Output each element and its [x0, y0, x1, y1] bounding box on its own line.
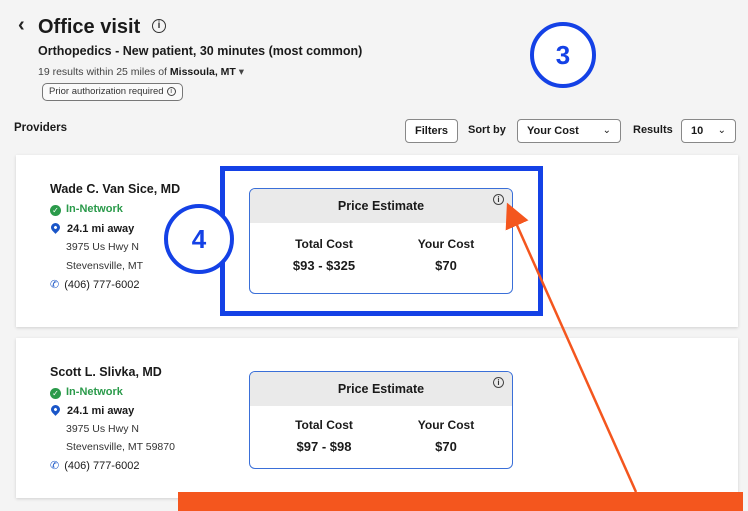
callout-banner	[178, 492, 743, 511]
arrow-annotation	[505, 202, 638, 493]
arrow-line	[505, 202, 638, 493]
